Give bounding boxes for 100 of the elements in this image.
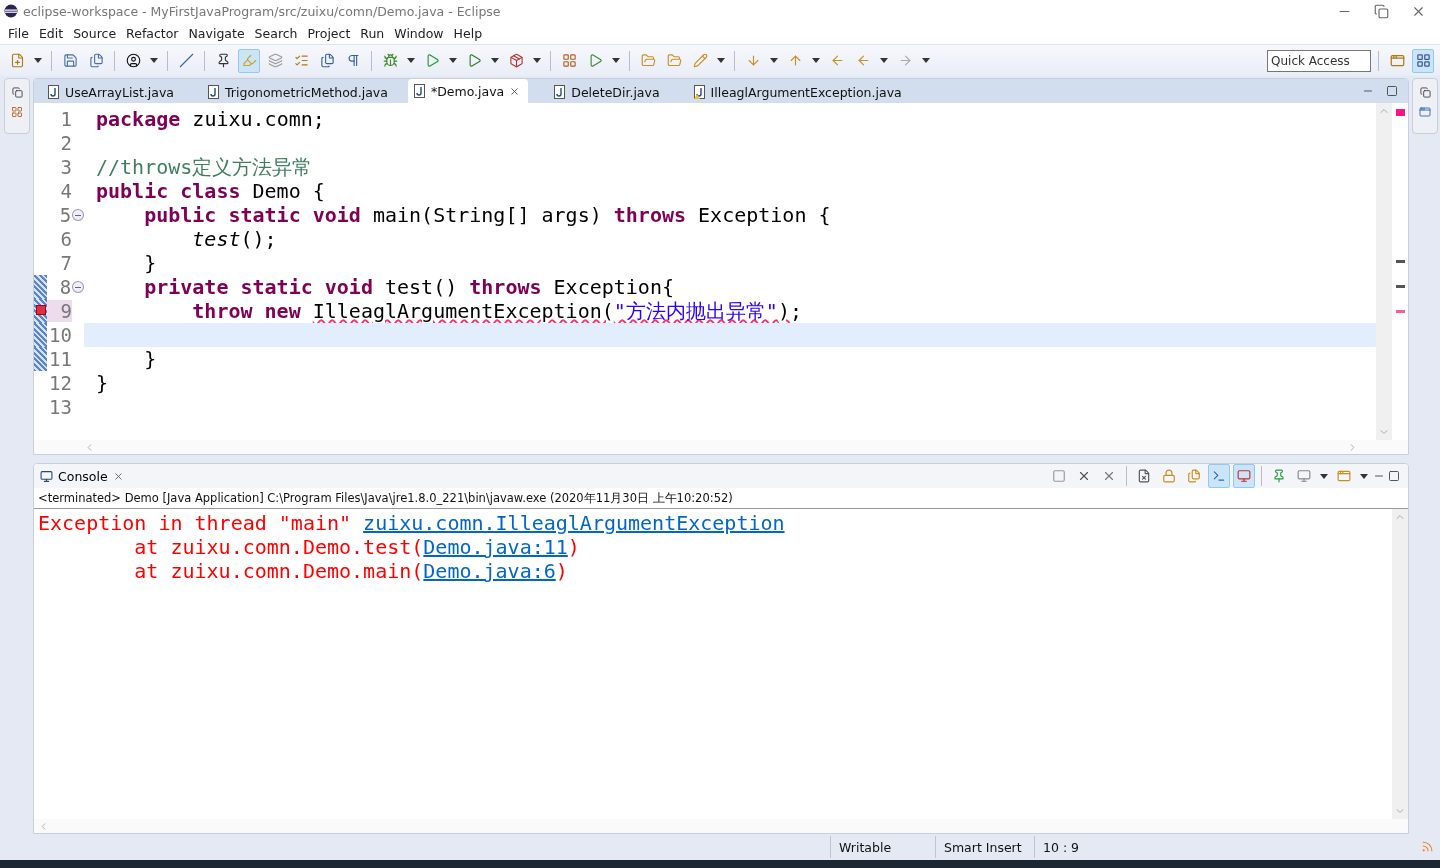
clear-icon: [1137, 469, 1151, 483]
editor-tab[interactable]: IlleaglArgumentException.java: [679, 81, 910, 103]
window-icon: [1389, 53, 1405, 68]
feed-icon[interactable]: [1421, 839, 1434, 853]
save-all-icon: [88, 53, 104, 68]
menu-item[interactable]: File: [3, 25, 34, 41]
line-number: 8: [58, 276, 72, 298]
package-icon: [508, 53, 524, 68]
close-icon[interactable]: [509, 85, 521, 97]
error-marker[interactable]: [1395, 109, 1405, 116]
display-icon: [1297, 469, 1311, 483]
close-icon[interactable]: [112, 470, 124, 482]
caret-icon[interactable]: [717, 58, 725, 63]
quick-access-field[interactable]: Quick Access: [1267, 49, 1371, 72]
line-number: 9: [47, 300, 72, 322]
caret-icon[interactable]: [922, 58, 930, 63]
menu-item[interactable]: Run: [355, 25, 390, 41]
status-text: 10 : 9: [1034, 836, 1131, 858]
arrow-left-icon: [829, 53, 845, 68]
fold-icon[interactable]: [72, 209, 84, 221]
caret-icon[interactable]: [880, 58, 888, 63]
new-console-icon: [1337, 469, 1351, 483]
remove-all-icon: [1102, 469, 1116, 483]
caret-icon[interactable]: [150, 58, 158, 63]
line-number: 11: [48, 348, 72, 370]
line-number: 10: [48, 324, 72, 346]
highlighter-icon: [241, 53, 257, 68]
line-number: 2: [59, 132, 72, 154]
editor-tab[interactable]: DeleteDir.java: [540, 81, 668, 103]
ruler-marker[interactable]: [1395, 260, 1405, 263]
list-icon: [293, 53, 309, 68]
caret-icon[interactable]: [34, 58, 42, 63]
line-number: 7: [59, 252, 72, 274]
play-icon: [424, 53, 440, 68]
ruler-marker[interactable]: [1395, 310, 1405, 313]
process-label: <terminated> Demo [Java Application] C:\Program Files\Java\jre1.8.0_221\bin\javaw.exe (2020年11月30日 上午10:20:52): [34, 488, 1408, 509]
pin-icon: [1272, 469, 1286, 483]
caret-icon[interactable]: [407, 58, 415, 63]
menu-item[interactable]: Refactor: [121, 25, 184, 41]
console-icon: [40, 469, 53, 483]
pin-icon: [215, 53, 231, 68]
new-icon: [9, 53, 25, 68]
remove-icon: [1077, 469, 1091, 483]
show-output-button[interactable]: [1208, 464, 1230, 488]
stack-trace-link[interactable]: Demo.java:11: [423, 535, 568, 559]
caret-icon[interactable]: [1320, 473, 1328, 479]
editor-tab[interactable]: UseArrayList.java: [34, 81, 183, 103]
caret-icon[interactable]: [491, 58, 499, 63]
status-text: Smart Insert: [935, 836, 1034, 858]
caret-icon[interactable]: [812, 58, 820, 63]
caret-icon[interactable]: [533, 58, 541, 63]
caret-icon[interactable]: [1360, 473, 1368, 479]
menu-item[interactable]: Source: [68, 25, 122, 41]
status-text: Writable: [830, 836, 935, 858]
arrow-left-icon: [855, 53, 871, 68]
grid-icon: [561, 53, 577, 68]
caret-icon[interactable]: [449, 58, 457, 63]
caret-icon[interactable]: [770, 58, 778, 63]
restore-icon[interactable]: [1374, 3, 1389, 19]
scroll-lock-icon: [1162, 469, 1176, 483]
maximize-icon[interactable]: [1388, 470, 1400, 482]
slash-icon: [178, 53, 194, 68]
caret-icon[interactable]: [612, 58, 620, 63]
editor-tab[interactable]: TrigonometricMethod.java: [194, 81, 396, 103]
menu-item[interactable]: Navigate: [183, 25, 250, 41]
fold-icon[interactable]: [72, 281, 84, 293]
stack-trace-link[interactable]: Demo.java:6: [423, 559, 556, 583]
java-perspective-button[interactable]: [1412, 48, 1434, 73]
terminate-icon: [1052, 469, 1066, 483]
menu-item[interactable]: Search: [249, 25, 303, 41]
editor-tab[interactable]: *Demo.java: [407, 79, 529, 103]
window-icon[interactable]: [1419, 106, 1431, 118]
maximize-icon[interactable]: [1386, 85, 1398, 97]
menu-item[interactable]: Edit: [33, 25, 69, 41]
show-output-icon: [1212, 469, 1226, 483]
console-line: Exception in thread "main" zuixu.comn.IlleaglArgumentException: [38, 511, 786, 535]
grid-icon: [1415, 53, 1431, 68]
run-icon: [466, 53, 482, 68]
stack-trace-link[interactable]: zuixu.comn.IlleaglArgumentException: [363, 511, 785, 535]
user-icon: [125, 53, 141, 68]
eclipse-logo-icon: [4, 4, 18, 18]
menu-item[interactable]: Window: [389, 25, 449, 41]
arrow-right-icon: [897, 53, 913, 68]
ruler-marker[interactable]: [1395, 285, 1405, 288]
window-title: eclipse-workspace - MyFirstJavaProgram/src/zuixu/comn/Demo.java - Eclipse: [23, 3, 502, 19]
bug-icon: [382, 53, 398, 68]
layers-icon: [267, 53, 283, 68]
horizontal-scrollbar[interactable]: [34, 819, 1408, 833]
line-number: 12: [48, 372, 72, 394]
pilcrow-icon: [345, 53, 361, 68]
show-error-button[interactable]: [1233, 464, 1255, 488]
line-number: 3: [59, 156, 72, 178]
pencil-icon: [692, 53, 708, 68]
menu-item[interactable]: Project: [302, 25, 356, 41]
restore-icon[interactable]: [11, 87, 23, 98]
menu-item[interactable]: Help: [448, 25, 488, 41]
save-icon: [62, 53, 78, 68]
line-number: 1: [59, 108, 72, 130]
line-number: 13: [48, 396, 72, 418]
restore-icon[interactable]: [1419, 87, 1431, 98]
